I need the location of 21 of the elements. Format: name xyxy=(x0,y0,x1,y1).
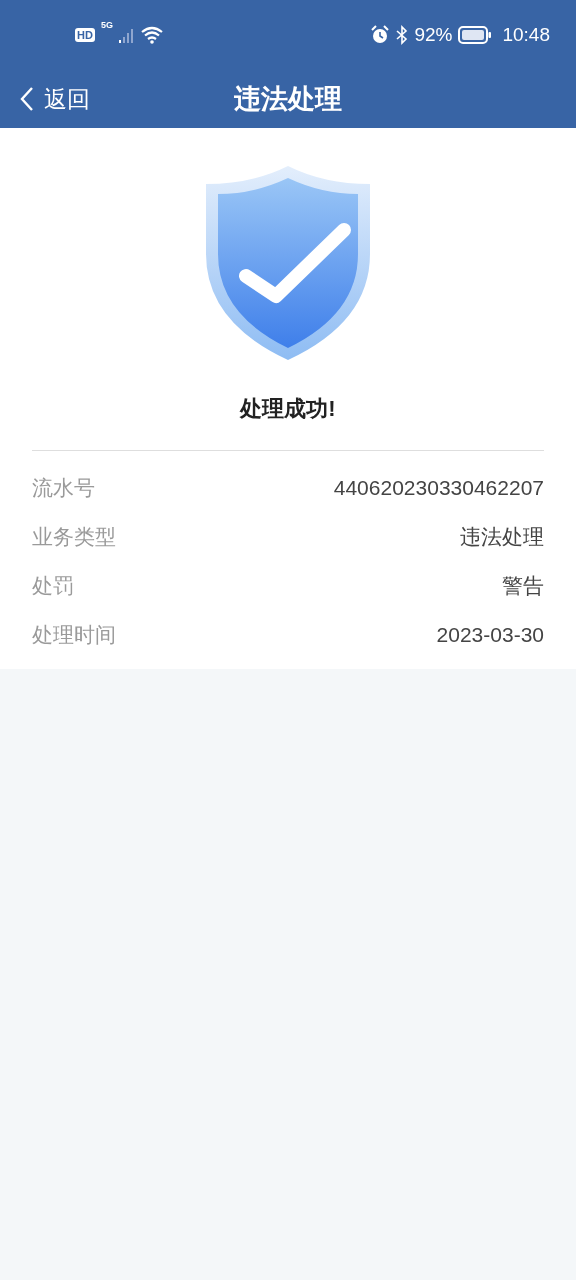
bluetooth-icon xyxy=(396,25,409,45)
battery-icon xyxy=(458,26,493,44)
detail-value: 警告 xyxy=(502,572,544,599)
page-title: 违法处理 xyxy=(234,83,342,116)
detail-label: 处理时间 xyxy=(32,621,116,648)
back-chevron-icon xyxy=(20,86,34,112)
detail-value: 2023-03-30 xyxy=(436,622,544,647)
battery-percent: 92% xyxy=(414,24,453,46)
signal-icon xyxy=(118,27,135,43)
wifi-icon xyxy=(140,26,163,44)
detail-label: 处罚 xyxy=(32,572,74,599)
detail-label: 流水号 xyxy=(32,474,95,501)
detail-label: 业务类型 xyxy=(32,523,116,550)
hd-badge: HD xyxy=(75,28,95,42)
network-type: 5G xyxy=(100,20,113,30)
detail-value: 违法处理 xyxy=(460,523,544,550)
success-message: 处理成功! xyxy=(238,395,337,423)
status-time: 10:48 xyxy=(502,24,550,46)
alarm-icon xyxy=(370,25,391,45)
detail-value: 440620230330462207 xyxy=(333,475,544,500)
back-button[interactable]: 返回 xyxy=(0,83,90,115)
